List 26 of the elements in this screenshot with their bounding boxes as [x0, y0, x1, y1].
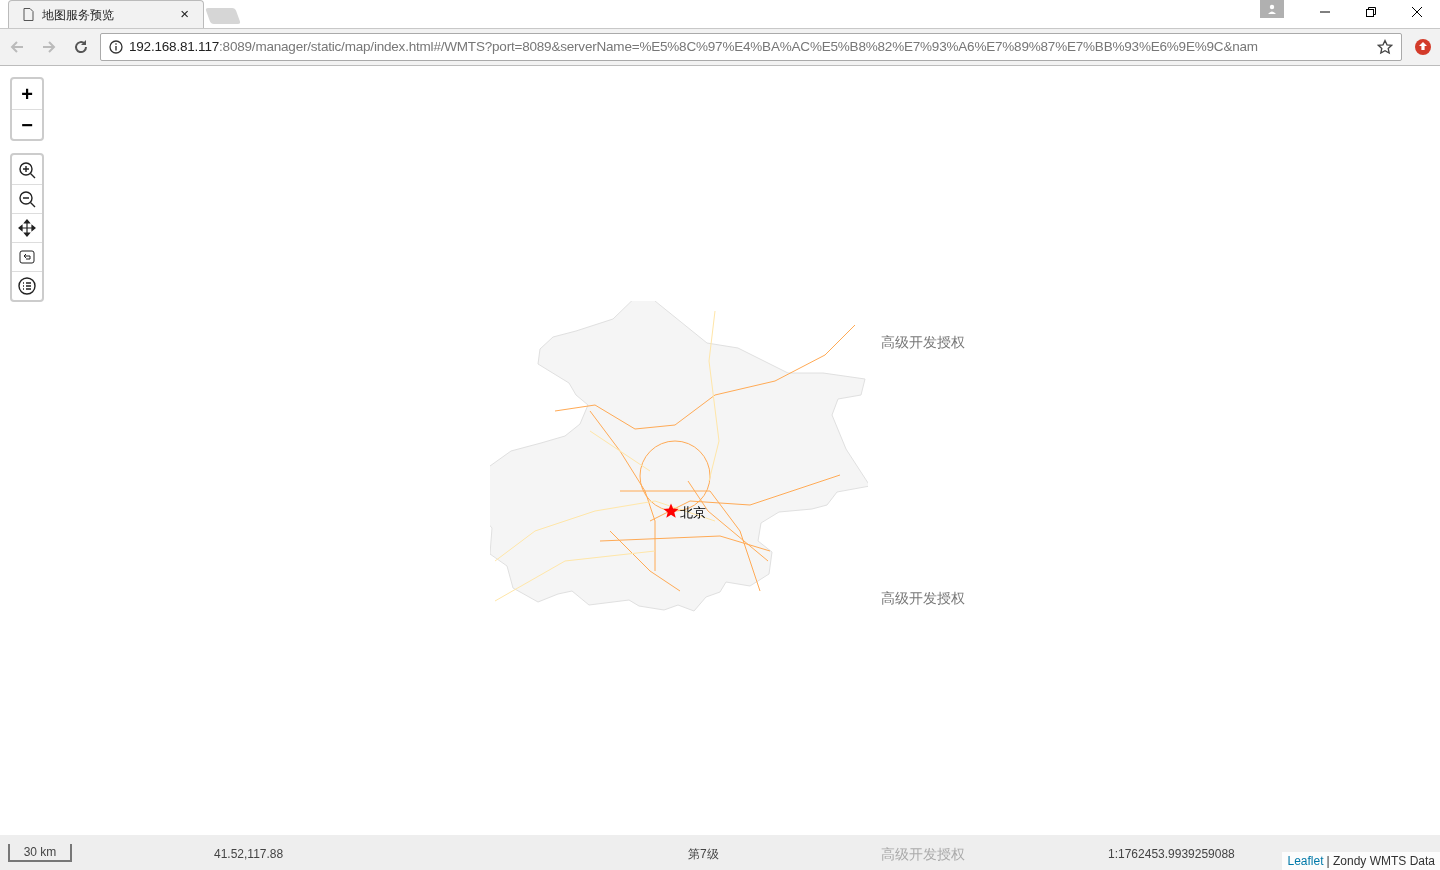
license-watermark: 高级开发授权 — [881, 333, 965, 352]
page-icon — [23, 8, 34, 21]
browser-tab[interactable]: 地图服务预览 × — [8, 0, 204, 28]
move-arrows-icon[interactable] — [18, 219, 36, 237]
zoom-out-icon[interactable] — [18, 190, 36, 208]
license-watermark: 高级开发授权 — [881, 589, 965, 608]
scale-text: 1:1762453.9939259088 — [1108, 846, 1235, 863]
zoom-in-icon[interactable] — [18, 160, 36, 179]
bookmark-star-icon[interactable] — [1377, 39, 1393, 55]
reload-icon[interactable] — [72, 38, 90, 56]
tab-close-button[interactable]: × — [180, 3, 189, 26]
extension-icon[interactable] — [1414, 38, 1432, 56]
license-watermark: 高级开发授权 — [881, 845, 965, 864]
address-bar[interactable]: 192.168.81.117:8089/manager/static/map/index.html#/WMTS?port=8089&serverName=%E5%8C%97%E4%BA%AC%E5%B8%82%E7%93%A6%E7%89%87%E7%BB%93%E6%9E%9C&nam — [100, 33, 1402, 61]
url-text: 192.168.81.117:8089/manager/static/map/index.html#/WMTS?port=8089&serverName=%E5%8C%97%E4%BA%AC%E5%B8%82%E7%93%A6%E7%89%87%E7%BB%93%E6%9E%9C&nam — [129, 37, 1258, 56]
leaflet-link[interactable]: Leaflet — [1287, 852, 1324, 870]
attribution-text: | Zondy WMTS Data — [1326, 853, 1435, 870]
coordinates-text: 41.52,117.88 — [214, 846, 284, 863]
city-label: 北京 — [680, 504, 706, 522]
zoom-out-button[interactable]: − — [12, 109, 42, 139]
zoom-in-button[interactable]: + — [12, 79, 42, 109]
zoom-level-text: 第7级 — [688, 846, 719, 863]
info-icon[interactable] — [109, 40, 123, 54]
scale-bar: 30 km — [8, 844, 72, 862]
star-marker-icon — [663, 503, 679, 519]
list-icon[interactable] — [18, 277, 36, 295]
